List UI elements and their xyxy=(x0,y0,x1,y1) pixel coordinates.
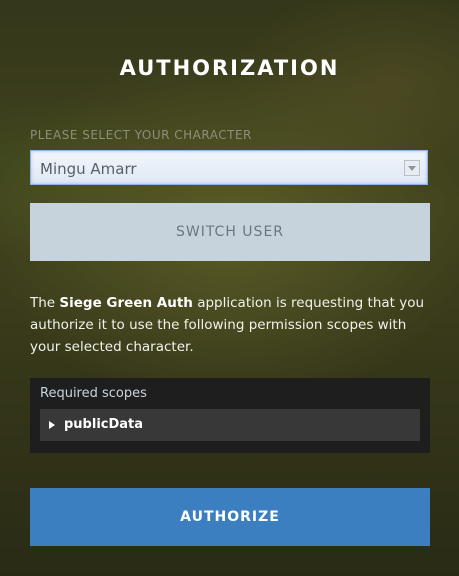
authorization-description: The Siege Green Auth application is requ… xyxy=(30,292,430,358)
authorize-button[interactable]: AUTHORIZE xyxy=(30,488,430,546)
expand-triangle-icon[interactable] xyxy=(49,421,55,429)
character-select-label: PLEASE SELECT YOUR CHARACTER xyxy=(30,128,252,142)
required-scopes-panel: Required scopes publicData xyxy=(30,378,430,453)
description-prefix: The xyxy=(30,295,60,311)
chevron-down-icon[interactable] xyxy=(404,160,420,176)
character-select-value: Mingu Amarr xyxy=(40,160,137,178)
scope-item-publicdata[interactable]: publicData xyxy=(40,409,420,441)
required-scopes-title: Required scopes xyxy=(40,386,147,401)
scope-label: publicData xyxy=(64,417,144,432)
application-name: Siege Green Auth xyxy=(59,295,193,311)
switch-user-button[interactable]: SWITCH USER xyxy=(30,203,430,261)
page-title: AUTHORIZATION xyxy=(119,56,340,80)
character-select[interactable]: Mingu Amarr xyxy=(30,150,428,185)
